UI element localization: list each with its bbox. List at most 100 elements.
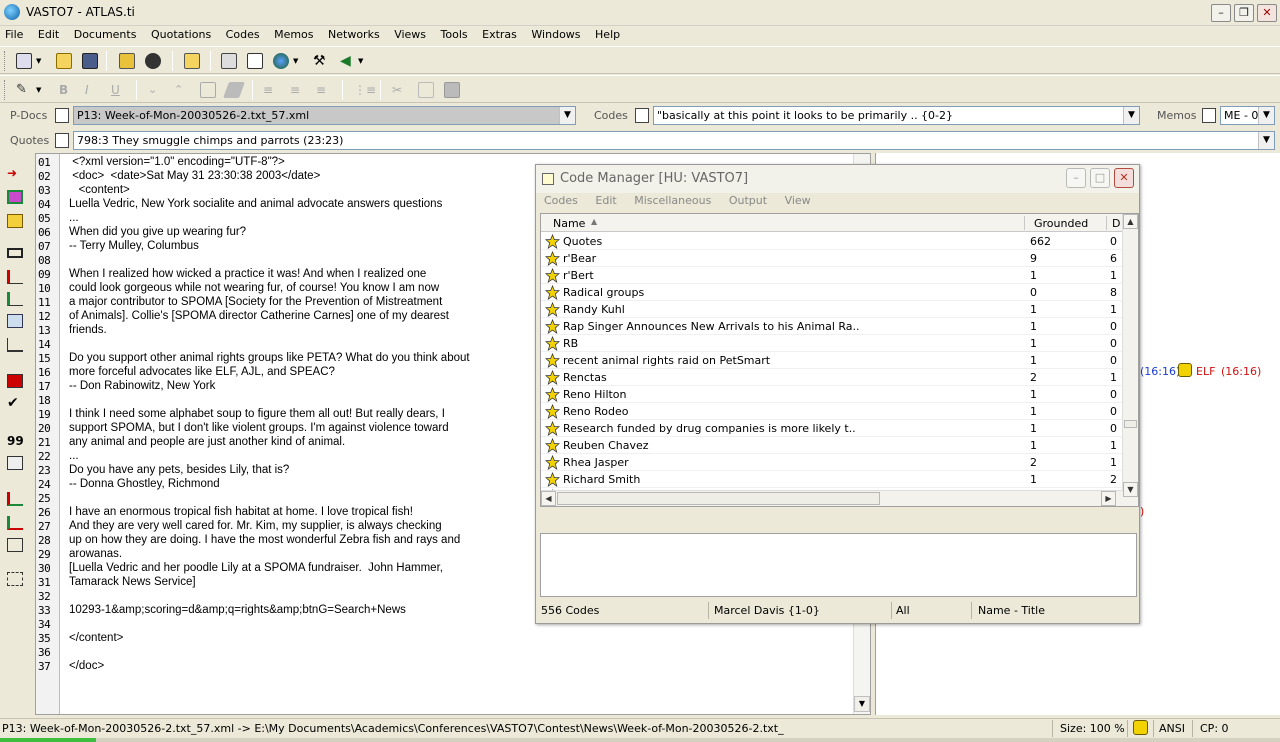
- dropdown-arrow-icon[interactable]: ▼: [36, 82, 44, 98]
- code-in-vivo-icon[interactable]: [7, 292, 23, 306]
- memo-create-icon[interactable]: [7, 214, 23, 228]
- cm-menu-view[interactable]: View: [777, 193, 817, 207]
- code-manager-window[interactable]: Code Manager [HU: VASTO7] – □ ✕ Codes Ed…: [535, 164, 1140, 624]
- menu-help[interactable]: Help: [590, 26, 626, 41]
- word-count-icon[interactable]: [7, 456, 23, 470]
- italic-icon[interactable]: I: [85, 82, 101, 98]
- code-row[interactable]: Reuben Chavez 1 1: [541, 437, 1123, 454]
- code-row[interactable]: RB 1 0: [541, 335, 1123, 352]
- chevron-down-icon[interactable]: ▼: [1258, 132, 1274, 149]
- unlink-quotation-icon[interactable]: [7, 516, 23, 530]
- align-right-icon[interactable]: ≡: [316, 82, 332, 98]
- chevron-down-icon[interactable]: ▼: [1123, 107, 1139, 124]
- cm-minimize-button[interactable]: –: [1066, 168, 1086, 188]
- cm-maximize-button[interactable]: □: [1090, 168, 1110, 188]
- underline-icon[interactable]: U: [111, 82, 127, 98]
- margin-quote-ref[interactable]: (16:16): [1140, 365, 1180, 378]
- code-comment-pane[interactable]: [540, 533, 1137, 597]
- document-line[interactable]: </content>: [69, 632, 859, 646]
- print-icon[interactable]: [221, 53, 237, 69]
- quote-count-icon[interactable]: 99: [7, 434, 24, 448]
- save-icon[interactable]: [82, 53, 98, 69]
- link-quotation-icon[interactable]: [7, 492, 23, 506]
- chevron-up-icon[interactable]: ⌃: [174, 82, 190, 98]
- create-quotation-icon[interactable]: ➜: [7, 166, 23, 180]
- memos-dropdown[interactable]: ME - 0 ▼: [1220, 106, 1275, 125]
- codes-dropdown[interactable]: "basically at this point it looks to be …: [653, 106, 1140, 125]
- document-line[interactable]: </doc>: [69, 660, 859, 674]
- margin-code-ref[interactable]: (16:16): [1221, 365, 1261, 378]
- delete-code-icon[interactable]: [7, 374, 23, 388]
- cm-close-button[interactable]: ✕: [1114, 168, 1134, 188]
- back-arrow-icon[interactable]: ◀: [340, 53, 356, 69]
- code-row[interactable]: Reno Hilton 1 0: [541, 386, 1123, 403]
- bold-icon[interactable]: B: [59, 82, 75, 98]
- code-row[interactable]: Randy Kuhl 1 1: [541, 301, 1123, 318]
- restore-button[interactable]: ❐: [1234, 4, 1254, 22]
- horizontal-scroll-thumb[interactable]: [557, 492, 880, 505]
- cm-menu-edit[interactable]: Edit: [587, 193, 622, 207]
- menu-documents[interactable]: Documents: [69, 26, 143, 41]
- scroll-up-icon[interactable]: ▲: [1123, 214, 1138, 229]
- code-row[interactable]: Quotes 662 0: [541, 233, 1123, 250]
- code-row[interactable]: Research funded by drug companies is mor…: [541, 420, 1123, 437]
- dropdown-arrow-icon[interactable]: ▼: [36, 53, 44, 69]
- cm-menu-miscellaneous[interactable]: Miscellaneous: [626, 193, 717, 207]
- menu-windows[interactable]: Windows: [526, 26, 586, 41]
- network-view-icon[interactable]: [7, 572, 23, 586]
- menu-edit[interactable]: Edit: [33, 26, 65, 41]
- code-row[interactable]: r'Bear 9 6: [541, 250, 1123, 267]
- minimize-button[interactable]: –: [1211, 4, 1231, 22]
- close-button[interactable]: ✕: [1257, 4, 1277, 22]
- copy-icon[interactable]: [418, 82, 434, 98]
- code-by-list-icon[interactable]: [7, 314, 23, 328]
- menu-networks[interactable]: Networks: [323, 26, 386, 41]
- menu-extras[interactable]: Extras: [477, 26, 523, 41]
- code-row[interactable]: Reno Rodeo 1 0: [541, 403, 1123, 420]
- code-row[interactable]: Radical groups 0 8: [541, 284, 1123, 301]
- menu-tools[interactable]: Tools: [436, 26, 474, 41]
- quotes-dropdown[interactable]: 798:3 They smuggle chimps and parrots (2…: [73, 131, 1275, 150]
- table-icon[interactable]: [247, 53, 263, 69]
- frame-icon[interactable]: [200, 82, 216, 98]
- scroll-down-icon[interactable]: ▼: [1123, 482, 1138, 497]
- cm-menu-output[interactable]: Output: [721, 193, 773, 207]
- chevron-down-icon[interactable]: ⌄: [148, 82, 164, 98]
- cut-icon[interactable]: ✂: [392, 82, 408, 98]
- code-row[interactable]: Rap Singer Announces New Arrivals to his…: [541, 318, 1123, 335]
- menu-memos[interactable]: Memos: [269, 26, 319, 41]
- code-row[interactable]: Richard Smith 1 2: [541, 471, 1123, 488]
- cm-menu-codes[interactable]: Codes: [536, 193, 584, 207]
- dropdown-arrow-icon[interactable]: ▼: [358, 53, 366, 69]
- eraser-icon[interactable]: [223, 82, 245, 98]
- scroll-left-icon[interactable]: ◀: [541, 491, 556, 506]
- code-row[interactable]: Renctas 2 1: [541, 369, 1123, 386]
- align-center-icon[interactable]: ≡: [290, 82, 306, 98]
- column-density-header[interactable]: D: [1112, 217, 1120, 230]
- document-line[interactable]: [69, 646, 859, 660]
- create-code-icon[interactable]: [7, 190, 23, 204]
- menu-views[interactable]: Views: [389, 26, 432, 41]
- chevron-down-icon[interactable]: ▼: [559, 107, 575, 124]
- checkmark-icon[interactable]: ✔: [7, 396, 23, 410]
- paste-icon[interactable]: [444, 82, 460, 98]
- bullet-list-icon[interactable]: ⋮≡: [354, 82, 376, 98]
- open-coding-icon[interactable]: [7, 270, 23, 284]
- text-frame-icon[interactable]: [7, 538, 23, 552]
- column-grounded-header[interactable]: Grounded: [1034, 217, 1088, 230]
- hu-tree-icon[interactable]: [16, 53, 32, 69]
- pdocs-dropdown[interactable]: P13: Week-of-Mon-20030526-2.txt_57.xml ▼: [73, 106, 576, 125]
- code-tree-icon[interactable]: [119, 53, 135, 69]
- menu-codes[interactable]: Codes: [221, 26, 266, 41]
- code-list-horizontal-scrollbar[interactable]: ◀ ▶: [541, 490, 1123, 506]
- chevron-down-icon[interactable]: ▼: [1258, 107, 1274, 124]
- rectangle-icon[interactable]: [7, 248, 23, 258]
- code-list[interactable]: Name ▲ Grounded D Quotes 662 0 r'Bear 9 6 r'Be…: [540, 213, 1139, 507]
- scroll-down-icon[interactable]: ▼: [854, 696, 870, 712]
- quick-coding-icon[interactable]: [7, 338, 23, 352]
- code-row[interactable]: recent animal rights raid on PetSmart 1 0: [541, 352, 1123, 369]
- hammer-icon[interactable]: ⚒: [313, 53, 329, 69]
- globe-icon[interactable]: [273, 53, 289, 69]
- open-document-icon[interactable]: [184, 53, 200, 69]
- scroll-thumb[interactable]: [1124, 420, 1137, 428]
